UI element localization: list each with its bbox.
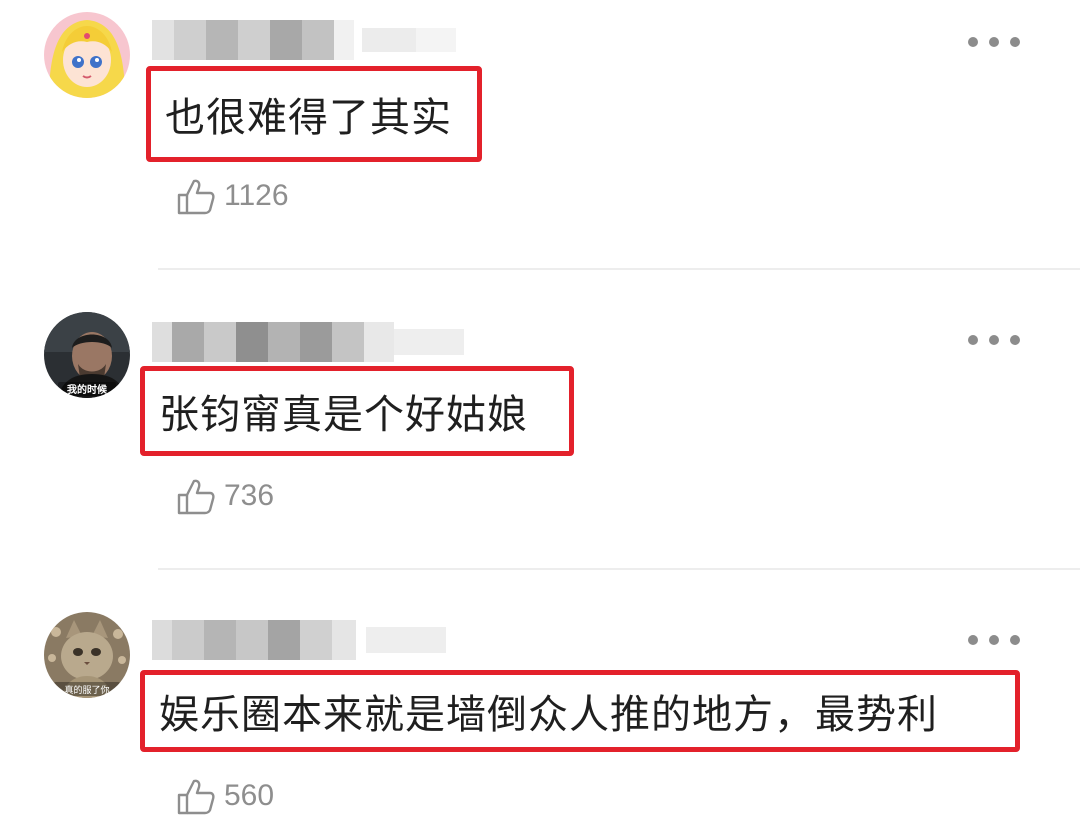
more-options-button[interactable] <box>968 630 1020 650</box>
like-button[interactable]: 1126 <box>176 174 289 218</box>
avatar-caption: 真的服了你 <box>64 684 109 696</box>
like-count: 560 <box>224 779 275 812</box>
avatar[interactable]: 真的服了你 <box>44 612 130 698</box>
more-dots-icon <box>968 635 978 645</box>
sailor-moon-avatar-image <box>44 12 130 98</box>
username-blurred[interactable] <box>152 620 446 660</box>
dark-portrait-avatar-image: 我的时候 <box>44 312 130 398</box>
comment-text: 也很难得了其实 <box>165 95 452 141</box>
more-options-button[interactable] <box>968 32 1020 52</box>
avatar[interactable] <box>44 12 130 98</box>
divider <box>158 568 1080 570</box>
more-options-button[interactable] <box>968 330 1020 350</box>
like-button[interactable]: 560 <box>176 774 274 818</box>
more-dots-icon <box>968 335 978 345</box>
like-count: 1126 <box>224 179 289 212</box>
comment-text-highlight: 娱乐圈本来就是墙倒众人推的地方，最势利 <box>140 670 1020 752</box>
username-blurred[interactable] <box>152 20 456 60</box>
comment-text: 娱乐圈本来就是墙倒众人推的地方，最势利 <box>159 692 938 738</box>
username-blurred[interactable] <box>152 322 464 362</box>
comment-text-highlight: 也很难得了其实 <box>146 66 482 162</box>
comment-text-highlight: 张钧甯真是个好姑娘 <box>140 366 574 456</box>
thumbs-up-icon <box>177 479 215 515</box>
cat-avatar-image: 真的服了你 <box>44 612 130 698</box>
avatar[interactable]: 我的时候 <box>44 312 130 398</box>
like-count: 736 <box>224 479 275 512</box>
thumbs-up-icon <box>177 779 215 815</box>
divider <box>158 268 1080 270</box>
comment-text: 张钧甯真是个好姑娘 <box>159 392 528 438</box>
avatar-caption: 我的时候 <box>67 383 108 396</box>
like-button[interactable]: 736 <box>176 474 274 518</box>
more-dots-icon <box>968 37 978 47</box>
thumbs-up-icon <box>177 179 215 215</box>
